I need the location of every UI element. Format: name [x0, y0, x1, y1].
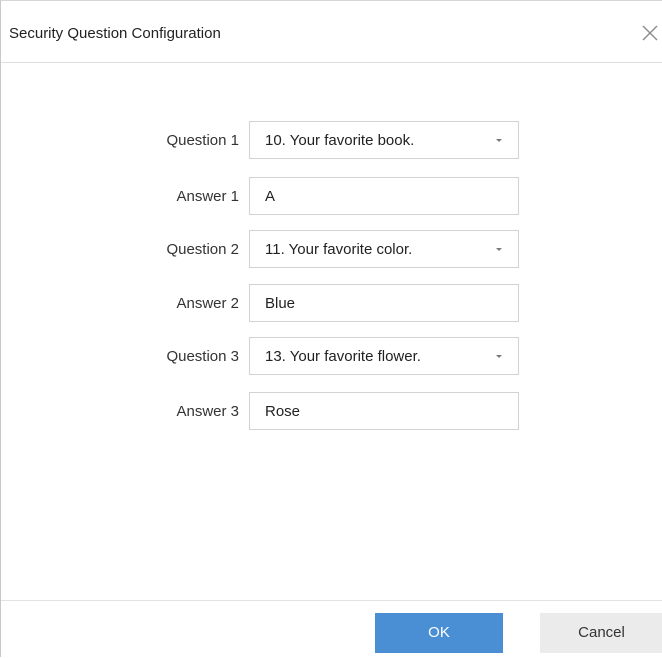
question-2-label: Question 2: [166, 241, 239, 258]
answer-2-value: Blue: [265, 295, 296, 312]
caret-down-icon: [496, 139, 502, 142]
dialog-title-bar: Security Question Configuration: [1, 1, 662, 63]
caret-down-icon: [496, 248, 502, 251]
question-1-select[interactable]: 10. Your favorite book.: [249, 121, 519, 159]
question-1-value: 10. Your favorite book.: [265, 132, 415, 149]
answer-1-label: Answer 1: [176, 188, 239, 205]
question-1-label: Question 1: [166, 132, 239, 149]
ok-button[interactable]: OK: [375, 613, 503, 653]
dialog-title: Security Question Configuration: [9, 25, 221, 42]
question-3-value: 13. Your favorite flower.: [265, 348, 421, 365]
answer-3-row: Answer 3 Rose: [1, 392, 662, 430]
answer-3-input[interactable]: Rose: [249, 392, 519, 430]
answer-1-value: A: [265, 188, 276, 205]
cancel-button[interactable]: Cancel: [540, 613, 662, 653]
answer-1-input[interactable]: A: [249, 177, 519, 215]
question-3-row: Question 3 13. Your favorite flower.: [1, 337, 662, 375]
question-3-select[interactable]: 13. Your favorite flower.: [249, 337, 519, 375]
answer-3-label: Answer 3: [176, 403, 239, 420]
security-question-dialog: Security Question Configuration Question…: [0, 0, 662, 658]
caret-down-icon: [496, 355, 502, 358]
answer-3-value: Rose: [265, 403, 301, 420]
answer-1-row: Answer 1 A: [1, 177, 662, 215]
answer-2-row: Answer 2 Blue: [1, 284, 662, 322]
answer-2-label: Answer 2: [176, 295, 239, 312]
question-1-row: Question 1 10. Your favorite book.: [1, 121, 662, 159]
question-2-select[interactable]: 11. Your favorite color.: [249, 230, 519, 268]
question-3-label: Question 3: [166, 348, 239, 365]
question-2-value: 11. Your favorite color.: [265, 241, 413, 258]
dialog-footer: OK Cancel: [1, 600, 662, 658]
answer-2-input[interactable]: Blue: [249, 284, 519, 322]
question-2-row: Question 2 11. Your favorite color.: [1, 230, 662, 268]
close-icon[interactable]: [640, 23, 660, 43]
